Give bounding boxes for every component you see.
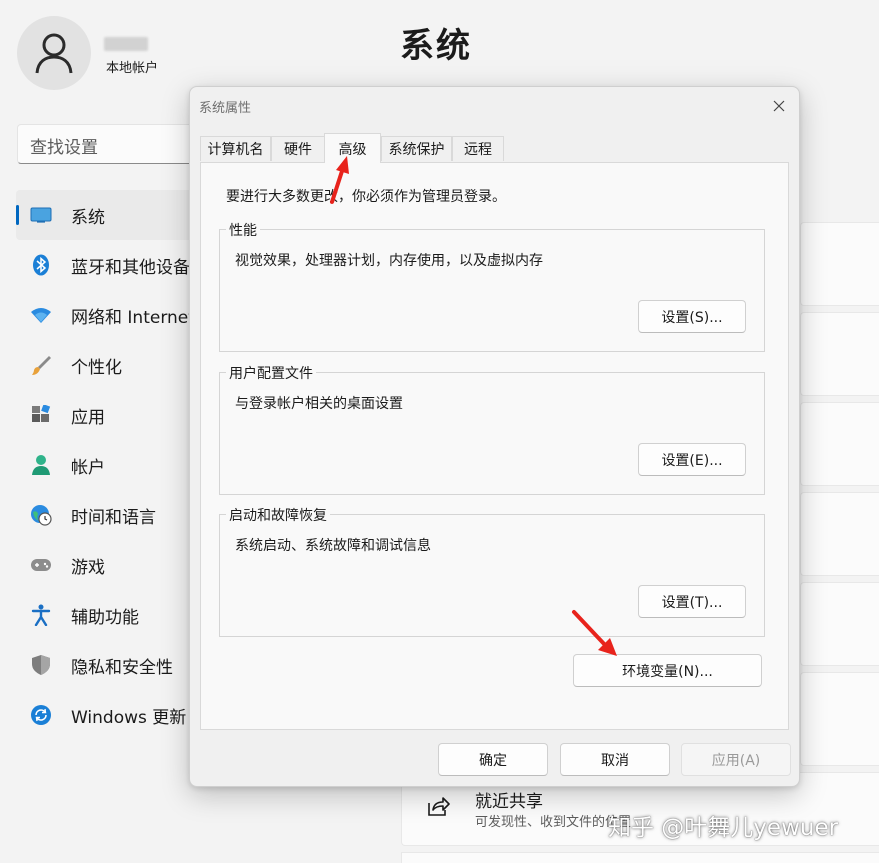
group-description: 与登录帐户相关的桌面设置 — [235, 396, 403, 412]
group-startup-recovery: 启动和故障恢复 系统启动、系统故障和调试信息 设置(T)... — [219, 505, 765, 637]
tab-computer-name[interactable]: 计算机名 — [200, 136, 271, 161]
nav-item-time-language[interactable]: 时间和语言 — [0, 490, 200, 540]
apps-icon — [30, 404, 52, 426]
settings-card[interactable] — [800, 492, 879, 576]
nav-item-windows-update[interactable]: Windows 更新 — [0, 690, 200, 740]
settings-search-input[interactable]: 查找设置 — [17, 124, 217, 164]
user-name-redacted — [104, 37, 148, 51]
nav-item-apps[interactable]: 应用 — [0, 390, 200, 440]
tab-remote[interactable]: 远程 — [452, 136, 504, 161]
settings-card[interactable] — [800, 582, 879, 666]
admin-notice: 要进行大多数更改，你必须作为管理员登录。 — [226, 189, 506, 205]
nav-item-accessibility[interactable]: 辅助功能 — [0, 590, 200, 640]
group-label: 用户配置文件 — [226, 363, 316, 383]
tab-system-protection[interactable]: 系统保护 — [381, 136, 452, 161]
person-icon — [30, 454, 52, 476]
system-properties-dialog: 系统属性 计算机名 硬件 高级 系统保护 远程 要进行大多数更改，你必须作为管理… — [189, 86, 800, 787]
nav-item-label: 辅助功能 — [71, 607, 139, 628]
settings-card[interactable] — [800, 402, 879, 486]
nav-item-label: 系统 — [71, 207, 105, 228]
user-profiles-settings-button[interactable]: 设置(E)... — [638, 443, 746, 476]
settings-nav: 系统 蓝牙和其他设备 网络和 Internet 个性化 应用 帐户 时间和语言 … — [0, 190, 200, 740]
tab-panel-advanced: 要进行大多数更改，你必须作为管理员登录。 性能 视觉效果，处理器计划，内存使用，… — [200, 162, 789, 730]
group-user-profiles: 用户配置文件 与登录帐户相关的桌面设置 设置(E)... — [219, 363, 765, 495]
group-description: 系统启动、系统故障和调试信息 — [235, 538, 431, 554]
nav-item-label: 网络和 Internet — [71, 307, 195, 328]
close-button[interactable] — [768, 95, 790, 117]
nav-item-label: 隐私和安全性 — [71, 657, 173, 678]
nav-item-label: 帐户 — [71, 457, 105, 478]
nav-item-label: Windows 更新 — [71, 707, 187, 728]
performance-settings-button[interactable]: 设置(S)... — [638, 300, 746, 333]
display-icon — [30, 204, 52, 226]
settings-card[interactable] — [800, 312, 879, 396]
settings-card[interactable] — [401, 852, 879, 863]
ok-button[interactable]: 确定 — [438, 743, 548, 776]
watermark: 知乎 @叶舞儿yewuer — [608, 815, 839, 841]
brush-icon — [30, 354, 52, 376]
cancel-button[interactable]: 取消 — [560, 743, 670, 776]
accessibility-icon — [30, 604, 52, 626]
page-title: 系统 — [400, 26, 472, 66]
share-icon — [428, 797, 450, 816]
nav-item-label: 个性化 — [71, 357, 122, 378]
nearby-share-title: 就近共享 — [475, 792, 543, 812]
user-account-type: 本地帐户 — [106, 61, 159, 76]
close-icon — [773, 100, 785, 112]
shield-icon — [30, 654, 52, 676]
nav-item-label: 蓝牙和其他设备 — [71, 257, 190, 278]
globe-clock-icon — [30, 504, 52, 526]
annotation-arrow-icon — [330, 156, 349, 204]
person-outline-icon — [35, 33, 73, 74]
nav-item-system[interactable]: 系统 — [16, 190, 200, 240]
tab-hardware[interactable]: 硬件 — [271, 136, 325, 161]
nav-item-label: 时间和语言 — [71, 507, 156, 528]
group-label: 启动和故障恢复 — [226, 505, 330, 525]
dialog-title: 系统属性 — [199, 101, 252, 116]
user-avatar[interactable] — [17, 16, 91, 90]
wifi-icon — [30, 304, 52, 326]
bluetooth-icon — [30, 254, 52, 276]
nav-item-personalization[interactable]: 个性化 — [0, 340, 200, 390]
startup-recovery-settings-button[interactable]: 设置(T)... — [638, 585, 746, 618]
apply-button[interactable]: 应用(A) — [681, 743, 791, 776]
settings-card[interactable] — [800, 672, 879, 766]
nav-item-accounts[interactable]: 帐户 — [0, 440, 200, 490]
nav-item-privacy[interactable]: 隐私和安全性 — [0, 640, 200, 690]
group-label: 性能 — [226, 220, 260, 240]
nav-item-label: 应用 — [71, 407, 105, 428]
annotation-arrow-icon — [572, 610, 617, 656]
gamepad-icon — [30, 554, 52, 576]
nav-item-bluetooth[interactable]: 蓝牙和其他设备 — [0, 240, 200, 290]
nav-item-network[interactable]: 网络和 Internet — [0, 290, 200, 340]
nav-item-gaming[interactable]: 游戏 — [0, 540, 200, 590]
group-performance: 性能 视觉效果，处理器计划，内存使用，以及虚拟内存 设置(S)... — [219, 220, 765, 352]
nav-item-label: 游戏 — [71, 557, 105, 578]
group-description: 视觉效果，处理器计划，内存使用，以及虚拟内存 — [235, 253, 543, 269]
sync-icon — [30, 704, 52, 726]
settings-card[interactable] — [800, 222, 879, 306]
